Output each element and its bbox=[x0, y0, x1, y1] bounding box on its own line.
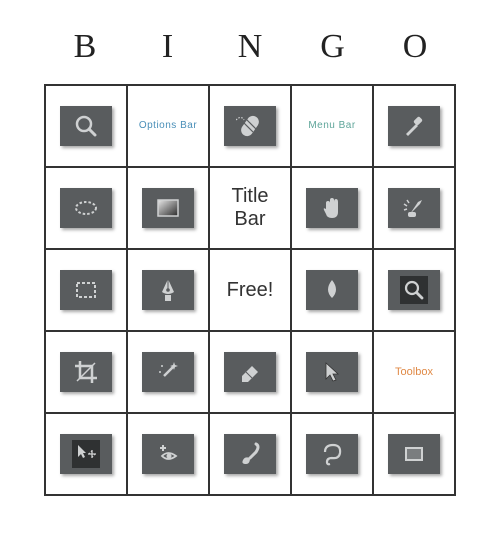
bingo-cell-4-3[interactable] bbox=[292, 414, 374, 496]
rectangle-select-icon bbox=[60, 270, 112, 310]
bingo-cell-1-1[interactable] bbox=[128, 168, 210, 250]
options-bar-label: Options Bar bbox=[139, 120, 197, 132]
bingo-cell-1-0[interactable] bbox=[46, 168, 128, 250]
bingo-cell-1-2[interactable]: TitleBar bbox=[210, 168, 292, 250]
bingo-cell-3-0[interactable] bbox=[46, 332, 128, 414]
red-eye-icon bbox=[142, 434, 194, 474]
bingo-cell-0-0[interactable] bbox=[46, 86, 128, 168]
header-letter-n: N bbox=[230, 28, 270, 66]
shape-rect-icon bbox=[388, 434, 440, 474]
bingo-cell-1-4[interactable] bbox=[374, 168, 456, 250]
bingo-cell-4-0[interactable] bbox=[46, 414, 128, 496]
bingo-cell-2-1[interactable] bbox=[128, 250, 210, 332]
zoom-dark-icon bbox=[388, 270, 440, 310]
hand-icon bbox=[306, 188, 358, 228]
bingo-cell-1-3[interactable] bbox=[292, 168, 374, 250]
free-space-label: Free! bbox=[227, 279, 274, 302]
bingo-cell-2-3[interactable] bbox=[292, 250, 374, 332]
brush-icon bbox=[224, 434, 276, 474]
header-letter-g: G bbox=[313, 28, 353, 66]
crop-icon bbox=[60, 352, 112, 392]
move-tool-icon bbox=[60, 434, 112, 474]
title-bar-label: TitleBar bbox=[231, 185, 268, 231]
header-letter-b: B bbox=[65, 28, 105, 66]
header-letter-i: I bbox=[148, 28, 188, 66]
eraser-icon bbox=[224, 352, 276, 392]
blur-icon bbox=[306, 270, 358, 310]
gradient-icon bbox=[142, 188, 194, 228]
dodge-burn-icon bbox=[388, 188, 440, 228]
bingo-cell-3-1[interactable] bbox=[128, 332, 210, 414]
bingo-cell-4-2[interactable] bbox=[210, 414, 292, 496]
pen-icon bbox=[142, 270, 194, 310]
bingo-cell-0-1[interactable]: Options Bar bbox=[128, 86, 210, 168]
bingo-cell-3-4[interactable]: Toolbox bbox=[374, 332, 456, 414]
zoom-icon bbox=[60, 106, 112, 146]
bingo-cell-0-3[interactable]: Menu Bar bbox=[292, 86, 374, 168]
bingo-cell-2-0[interactable] bbox=[46, 250, 128, 332]
magic-wand-icon bbox=[142, 352, 194, 392]
bingo-cell-2-4[interactable] bbox=[374, 250, 456, 332]
header-letter-o: O bbox=[395, 28, 435, 66]
ellipse-select-icon bbox=[60, 188, 112, 228]
bingo-cell-3-3[interactable] bbox=[292, 332, 374, 414]
bingo-cell-0-2[interactable] bbox=[210, 86, 292, 168]
bingo-cell-2-2[interactable]: Free! bbox=[210, 250, 292, 332]
lasso-icon bbox=[306, 434, 358, 474]
bingo-grid: Options Bar Menu Bar TitleBar Free! Toolbox bbox=[44, 84, 456, 496]
eyedropper-icon bbox=[388, 106, 440, 146]
healing-brush-icon bbox=[224, 106, 276, 146]
menu-bar-label: Menu Bar bbox=[308, 120, 355, 132]
bingo-cell-4-1[interactable] bbox=[128, 414, 210, 496]
toolbox-label: Toolbox bbox=[395, 366, 433, 379]
bingo-cell-3-2[interactable] bbox=[210, 332, 292, 414]
bingo-cell-0-4[interactable] bbox=[374, 86, 456, 168]
bingo-header: B I N G O bbox=[45, 28, 455, 66]
move-cursor-icon bbox=[306, 352, 358, 392]
bingo-cell-4-4[interactable] bbox=[374, 414, 456, 496]
